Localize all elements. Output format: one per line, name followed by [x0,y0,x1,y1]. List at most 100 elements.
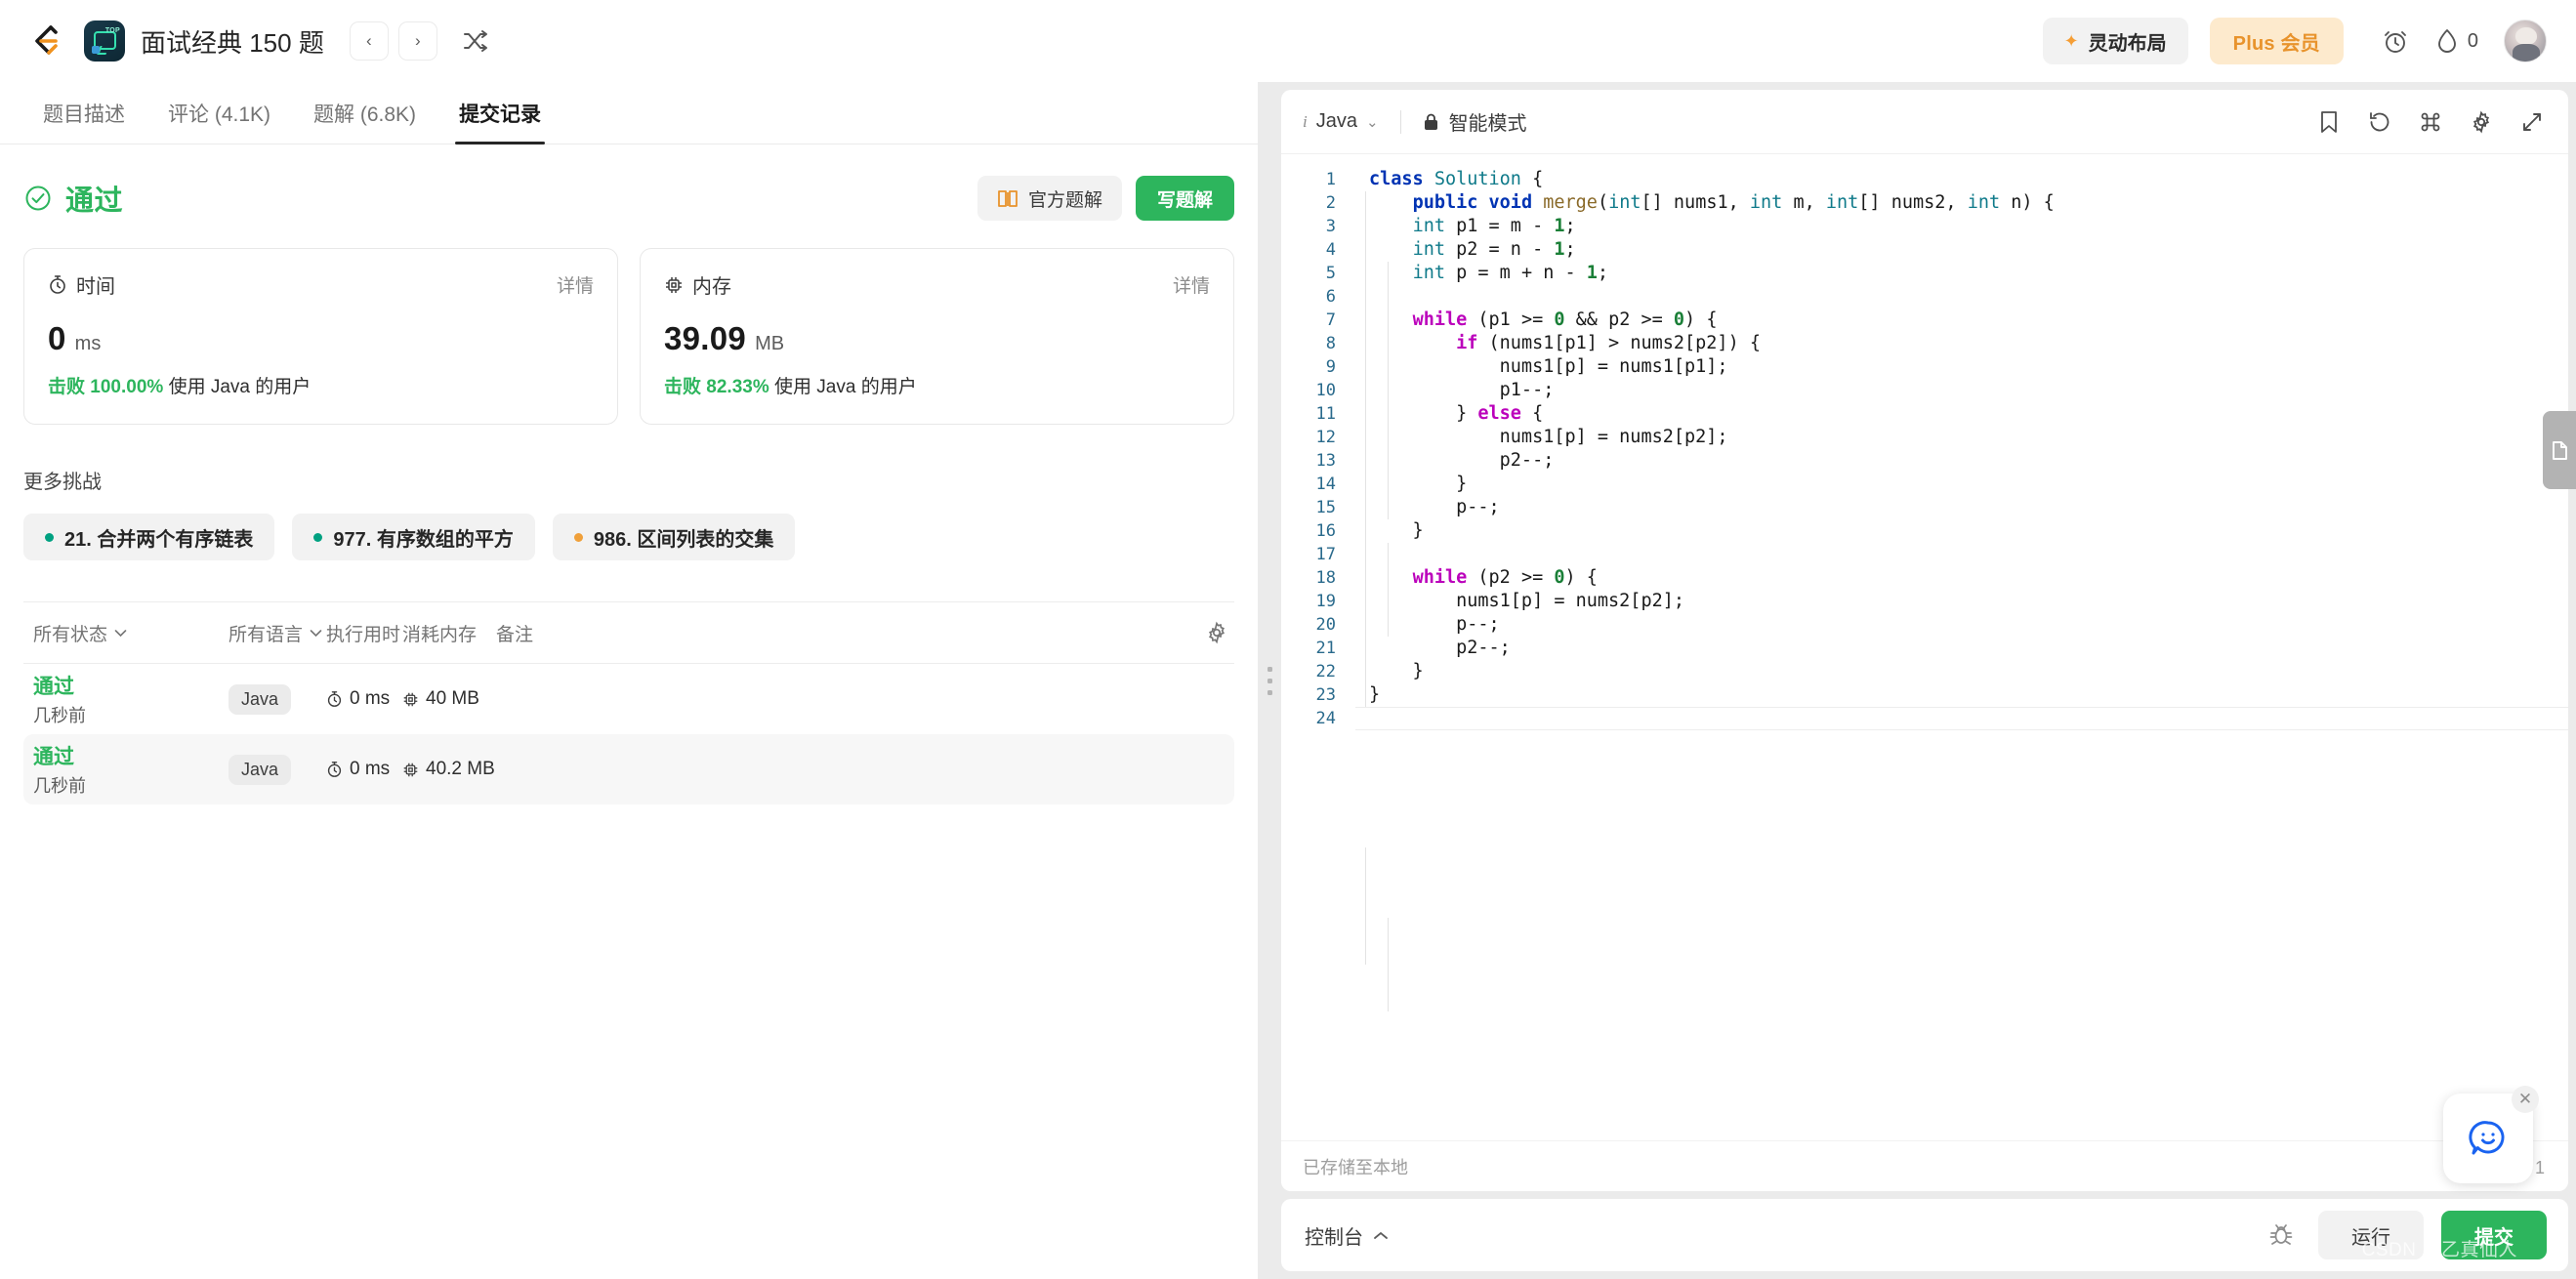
avatar[interactable] [2504,20,2547,62]
reset-icon[interactable] [2367,109,2392,135]
runtime-card-header: 时间 详情 [48,270,594,299]
code-line[interactable]: while (p1 >= 0 && p2 >= 0) { [1355,309,2568,332]
code-content[interactable]: class Solution { public void merge(int[]… [1351,154,2568,1140]
chat-smiley-icon [2469,1121,2505,1155]
memory-detail-link[interactable]: 详情 [1173,271,1210,298]
panel-splitter[interactable] [1258,82,1281,1279]
challenge-chip[interactable]: 977. 有序数组的平方 [292,514,535,560]
streak-counter[interactable]: 0 [2435,27,2478,55]
submit-button[interactable]: 提交 [2441,1211,2547,1259]
bookmark-icon[interactable] [2316,109,2342,135]
sparkle-icon: ✦ [2063,30,2079,51]
code-line[interactable]: p--; [1355,613,2568,637]
code-line[interactable]: p--; [1355,496,2568,519]
leetcode-logo-icon[interactable] [23,19,68,63]
code-line[interactable]: class Solution { [1355,168,2568,191]
indent-guide [1388,543,1389,637]
row-memory-cell: 40.2 MB [402,759,496,780]
write-solution-label: 写题解 [1156,189,1213,211]
runtime-beat-percent: 击败 100.00% [48,377,164,397]
shuffle-icon[interactable] [455,21,496,61]
code-line[interactable]: } [1355,683,2568,707]
bug-icon[interactable] [2262,1216,2301,1255]
code-line[interactable]: if (nums1[p1] > nums2[p2]) { [1355,332,2568,355]
tab-comments[interactable]: 评论 (4.1K) [146,99,292,144]
line-number: 24 [1315,709,1336,728]
code-line[interactable]: } [1355,519,2568,543]
challenge-label: 21. 合并两个有序链表 [64,528,254,551]
language-filter-dropdown[interactable]: 所有语言 [229,620,326,646]
submissions-table-header: 所有状态 所有语言 执行用时 消耗内存 备注 [23,602,1234,663]
official-solution-button[interactable]: 官方题解 [976,176,1122,221]
status-filter-dropdown[interactable]: 所有状态 [33,620,229,646]
line-number: 6 [1325,287,1336,307]
challenge-label: 977. 有序数组的平方 [333,528,514,551]
official-solution-label: 官方题解 [1027,189,1102,211]
tab-solutions[interactable]: 题解 (6.8K) [292,99,437,144]
code-line[interactable]: nums1[p] = nums2[p2]; [1355,590,2568,613]
code-line[interactable]: int p = m + n - 1; [1355,262,2568,285]
runtime-detail-link[interactable]: 详情 [557,271,594,298]
line-number: 16 [1315,521,1336,541]
gear-icon[interactable] [2469,109,2494,135]
code-line[interactable]: nums1[p] = nums1[p1]; [1355,355,2568,379]
console-toggle[interactable]: 控制台 [1305,1221,1389,1250]
code-line[interactable]: int p1 = m - 1; [1355,215,2568,238]
table-row[interactable]: 通过 几秒前 Java 0 ms [23,664,1234,734]
code-editor-card: i Java ⌄ 智能模式 1 2 3 4 5 6 7 8 9 10 11 12… [1281,90,2568,1191]
code-line[interactable]: public void merge(int[] nums1, int m, in… [1355,191,2568,215]
memory-value-group: 39.09 MB [664,320,1210,357]
code-line[interactable] [1355,707,2568,730]
code-line[interactable]: p2--; [1355,637,2568,660]
next-problem-button[interactable]: › [397,21,437,61]
language-selector[interactable]: i Java ⌄ [1303,110,1379,133]
code-line[interactable]: nums1[p] = nums2[p2]; [1355,426,2568,449]
command-icon[interactable] [2418,109,2443,135]
book-icon [998,190,1018,207]
row-status: 通过 [33,746,74,768]
table-settings-button[interactable] [1205,621,1228,644]
plus-membership-button[interactable]: Plus 会员 [2209,18,2344,64]
memory-unit: MB [755,333,785,354]
code-line[interactable] [1355,543,2568,566]
code-line[interactable]: p1--; [1355,379,2568,402]
write-solution-button[interactable]: 写题解 [1135,176,1234,221]
console-actions: 运行 提交 [2262,1211,2547,1259]
plus-membership-label: Plus 会员 [2232,32,2320,55]
code-line[interactable]: p2--; [1355,449,2568,473]
expand-icon[interactable] [2519,109,2545,135]
close-chat-icon[interactable]: ✕ [2512,1086,2539,1113]
challenge-chip[interactable]: 21. 合并两个有序链表 [23,514,275,560]
code-line[interactable]: } [1355,473,2568,496]
code-line[interactable]: } else { [1355,402,2568,426]
dynamic-layout-button[interactable]: ✦ 灵动布局 [2042,18,2188,64]
line-number: 11 [1315,404,1336,424]
tab-submissions[interactable]: 提交记录 [437,99,562,144]
table-row[interactable]: 通过 几秒前 Java 0 ms [23,734,1234,805]
run-button[interactable]: 运行 [2318,1211,2424,1259]
notes-side-tab[interactable] [2543,411,2576,489]
code-line[interactable] [1355,285,2568,309]
code-line[interactable]: } [1355,660,2568,683]
memory-value: 39.09 [664,320,747,356]
memory-card-title-group: 内存 [664,270,731,299]
stopwatch-icon [327,691,342,707]
row-memory-cell: 40 MB [402,688,496,710]
line-number: 4 [1325,240,1336,260]
left-panel: 题目描述 评论 (4.1K) 题解 (6.8K) 提交记录 通过 官方题解 写题… [0,82,1258,1279]
alarm-clock-icon[interactable] [2373,19,2418,63]
prev-problem-button[interactable]: ‹ [349,21,389,61]
tab-description[interactable]: 题目描述 [21,99,146,144]
toolbar-divider [1399,109,1401,134]
challenge-chip[interactable]: 986. 区间列表的交集 [552,514,796,560]
problem-set-icon[interactable]: TOP [84,21,125,62]
smart-mode-toggle[interactable]: 智能模式 [1423,107,1527,136]
success-check-icon [23,184,53,213]
language-filter-label: 所有语言 [229,624,304,645]
code-line[interactable]: while (p2 >= 0) { [1355,566,2568,590]
line-number: 7 [1325,310,1336,330]
editor-tool-icons [2316,109,2545,135]
code-area[interactable]: 1 2 3 4 5 6 7 8 9 10 11 12 13 14 15 16 17 18 19 20 21 22 23 24 … [1281,154,2568,1140]
chevron-down-icon [310,629,322,637]
code-line[interactable]: int p2 = n - 1; [1355,238,2568,262]
